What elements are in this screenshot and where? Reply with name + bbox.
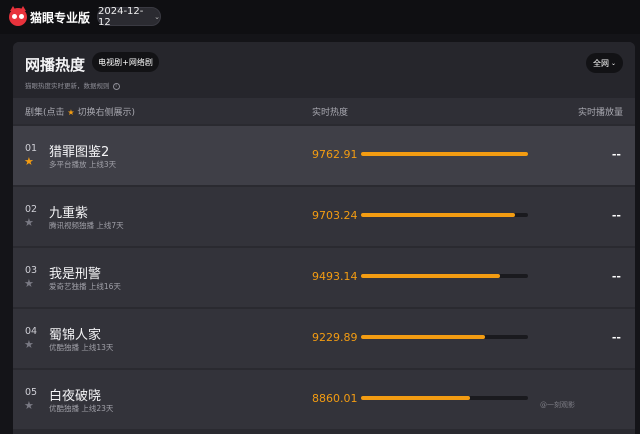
panel-header: 网播热度 电视剧+网络剧 猫眼热度实时更新，数据规则 i 全网 ⌄ (13, 42, 635, 98)
star-icon: ★ (67, 108, 75, 117)
heat-bar (361, 152, 528, 156)
heat-value: 9229.89 (312, 331, 358, 344)
star-icon[interactable]: ★ (24, 217, 34, 228)
series-name[interactable]: 蜀锦人家 (49, 324, 101, 343)
ranking-panel: 网播热度 电视剧+网络剧 猫眼热度实时更新，数据规则 i 全网 ⌄ 剧集(点击 … (13, 42, 635, 434)
heat-value: 9703.24 (312, 209, 358, 222)
heat-bar-fill (361, 274, 500, 278)
heat-bar-fill (361, 213, 515, 217)
cat-eye-logo-icon[interactable] (9, 6, 27, 26)
series-meta: 优酷独播 上线13天 (49, 343, 114, 352)
column-heat: 实时热度 (312, 108, 349, 118)
table-row[interactable]: 03 ★ 我是刑警 爱奇艺独播 上线16天 9493.14 -- (13, 248, 635, 307)
heat-bar-fill (361, 152, 528, 156)
heat-bar-fill (361, 335, 485, 339)
series-meta: 优酷独播 上线23天 (49, 404, 114, 413)
table-row[interactable]: 01 ★ 猎罪图鉴2 多平台播放 上线3天 9762.91 -- (13, 126, 635, 185)
star-icon[interactable]: ★ (24, 156, 34, 167)
chevron-down-icon: ⌄ (154, 12, 160, 21)
info-icon[interactable]: i (112, 82, 120, 90)
chevron-down-icon: ⌄ (610, 59, 617, 67)
date-selector[interactable]: 2024-12-12 ⌄ (97, 5, 161, 28)
table-row[interactable]: 05 ★ 白夜破晓 优酷独播 上线23天 8860.01 @一刻观影 (13, 370, 635, 429)
update-note: 猫眼热度实时更新，数据规则 i (25, 80, 120, 90)
heat-bar (361, 335, 528, 339)
column-series[interactable]: 剧集(点击 ★ 切换右侧展示) (25, 105, 135, 118)
heat-bar-fill (361, 396, 470, 400)
update-note-text: 猫眼热度实时更新，数据规则 (25, 82, 110, 90)
rank-number: 03 (25, 265, 38, 276)
heat-bar (361, 396, 528, 400)
series-meta: 腾讯视频独播 上线7天 (49, 221, 124, 230)
column-plays: 实时播放量 (577, 108, 623, 118)
table-row[interactable]: 02 ★ 九重紫 腾讯视频独播 上线7天 9703.24 -- (13, 187, 635, 246)
star-icon[interactable]: ★ (24, 278, 34, 289)
rank-number: 04 (25, 326, 38, 337)
heat-bar (361, 213, 528, 217)
play-count: -- (611, 331, 621, 344)
heat-bar (361, 274, 528, 278)
column-series-prefix: 剧集(点击 (25, 108, 65, 118)
watermark: @一刻观影 (540, 401, 575, 409)
heat-value: 9493.14 (312, 270, 358, 283)
column-header: 剧集(点击 ★ 切换右侧展示) 实时热度 实时播放量 (13, 98, 635, 124)
star-icon[interactable]: ★ (24, 400, 34, 411)
table-row[interactable]: 04 ★ 蜀锦人家 优酷独播 上线13天 9229.89 -- (13, 309, 635, 368)
brand-name[interactable]: 猫眼专业版 (30, 9, 90, 26)
play-count: -- (611, 270, 621, 283)
type-filter-button[interactable]: 电视剧+网络剧 (92, 52, 159, 72)
heat-value: 9762.91 (312, 148, 358, 161)
series-name[interactable]: 白夜破晓 (49, 385, 101, 404)
play-count: -- (611, 148, 621, 161)
series-name[interactable]: 我是刑警 (49, 263, 101, 282)
date-label: 2024-12-12 (98, 5, 144, 28)
star-icon[interactable]: ★ (24, 339, 34, 350)
column-series-suffix: 切换右侧展示) (77, 108, 135, 118)
rank-number: 05 (25, 387, 38, 398)
page-title: 网播热度 (25, 56, 86, 74)
scope-label: 全网 (592, 58, 609, 68)
rank-number: 02 (25, 204, 38, 215)
top-bar: 猫眼专业版 2024-12-12 ⌄ (0, 0, 640, 34)
play-count: -- (611, 209, 621, 222)
rank-number: 01 (25, 143, 38, 154)
series-meta: 爱奇艺独播 上线16天 (49, 282, 121, 291)
series-name[interactable]: 猎罪图鉴2 (49, 141, 109, 160)
heat-value: 8860.01 (312, 392, 358, 405)
series-name[interactable]: 九重紫 (49, 202, 88, 221)
scope-dropdown[interactable]: 全网 ⌄ (586, 53, 623, 73)
series-meta: 多平台播放 上线3天 (49, 160, 117, 169)
